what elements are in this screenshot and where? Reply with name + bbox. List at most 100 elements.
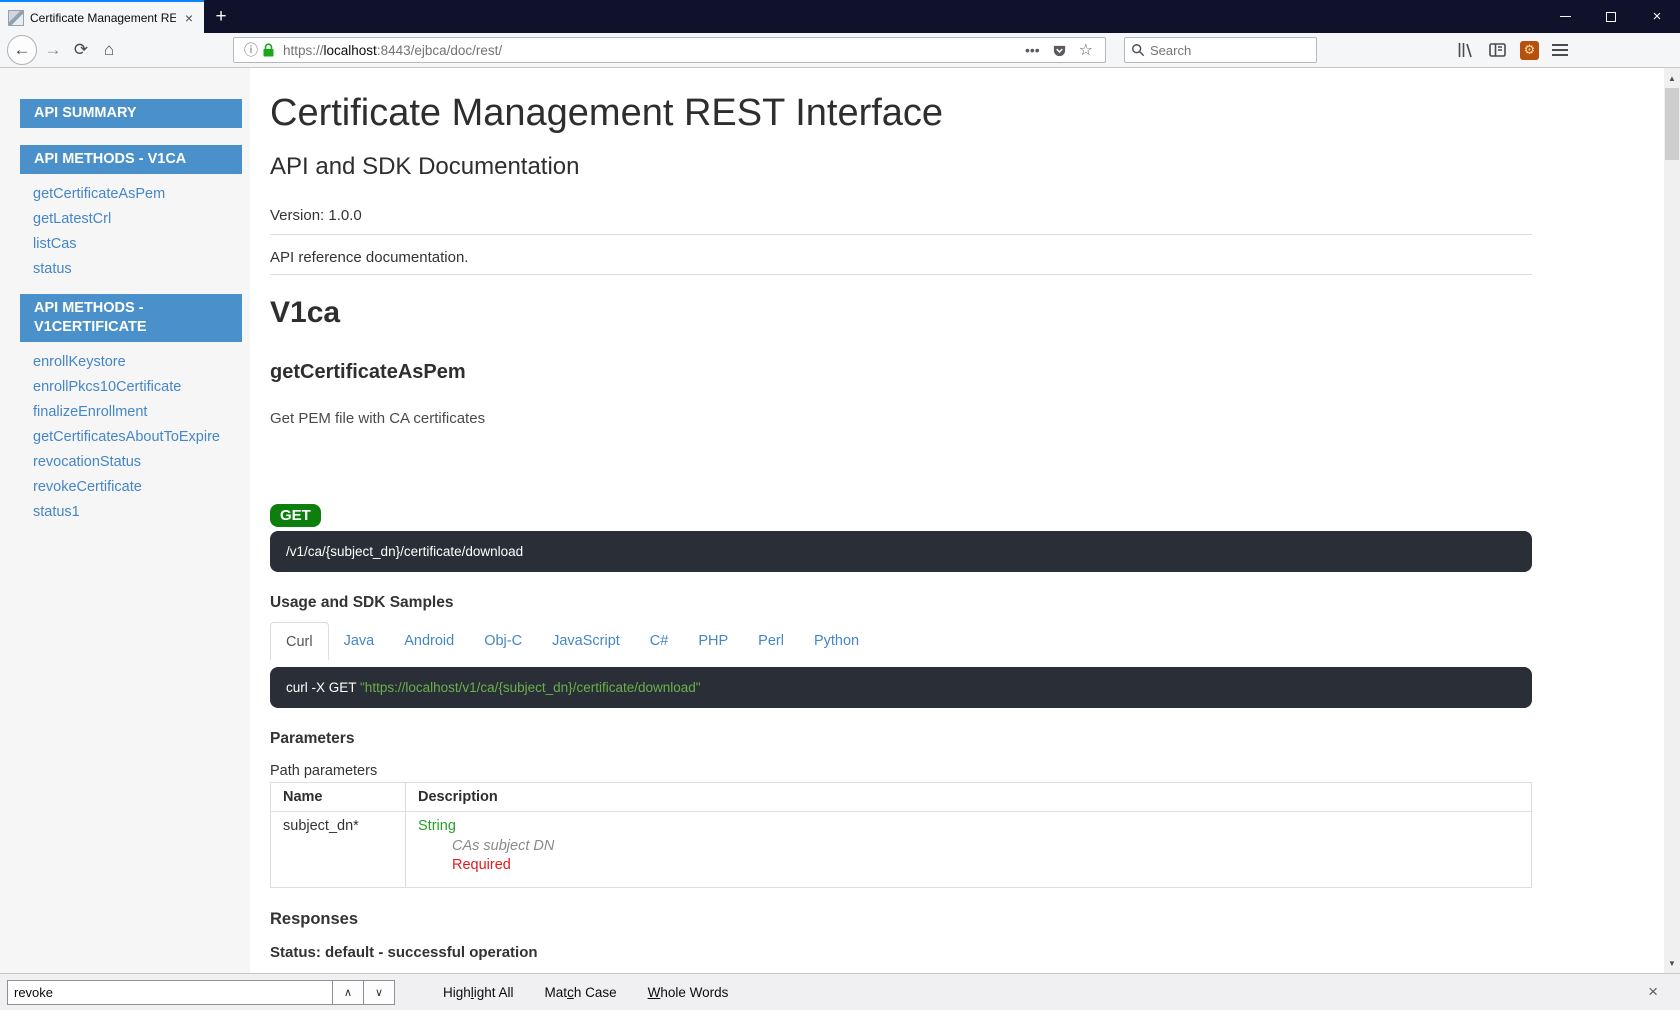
sidenav-link-getLatestCrl[interactable]: getLatestCrl	[33, 211, 250, 227]
sdk-tab-Obj-C[interactable]: Obj-C	[469, 622, 537, 660]
api-reference-note: API reference documentation.	[270, 249, 1532, 266]
divider	[270, 274, 1532, 275]
lock-icon	[262, 43, 275, 58]
sidenav-link-status[interactable]: status	[33, 261, 250, 277]
sidenav-link-listCas[interactable]: listCas	[33, 236, 250, 252]
param-table-body: subject_dn* String CAs subject DN Required	[271, 812, 1532, 888]
find-toggle-whole-words[interactable]: Whole Words	[648, 985, 729, 1000]
version-label: Version: 1.0.0	[270, 207, 1532, 224]
page-actions-icon[interactable]: •••	[1025, 42, 1040, 58]
parameters-table: NameDescription subject_dn* String CAs sub…	[270, 782, 1532, 888]
library-icon[interactable]	[1456, 41, 1475, 59]
navigation-toolbar: ← → ⟳ ⌂ ⓘ https://localhost:8443/ejbca/d…	[0, 33, 1680, 68]
table-row: subject_dn* String CAs subject DN Required	[271, 812, 1532, 888]
minimize-button[interactable]	[1542, 0, 1588, 33]
scroll-up-icon[interactable]: ▲	[1664, 70, 1680, 86]
site-info-icon[interactable]: ⓘ	[244, 40, 258, 60]
minimize-icon	[1560, 16, 1571, 17]
main-content: Certificate Management REST Interface AP…	[250, 68, 1664, 973]
url-bar[interactable]: ⓘ https://localhost:8443/ejbca/doc/rest/…	[233, 37, 1106, 63]
sidenav-links: enrollKeystore enrollPkcs10Certificate fin…	[33, 354, 250, 520]
toolbar-right-icons: ⚙	[1456, 41, 1568, 60]
sidenav-section-header: API METHODS - V1CERTIFICATE	[20, 294, 242, 342]
menu-hamburger-icon[interactable]	[1552, 44, 1568, 56]
bookmark-star-icon[interactable]: ☆	[1079, 40, 1093, 60]
sidenav-link-status1[interactable]: status1	[33, 504, 250, 520]
find-bar: ∧ ∨ Highlight All Match Case Whole Words ×	[0, 973, 1680, 1010]
search-bar[interactable]	[1124, 37, 1317, 63]
find-close-icon[interactable]: ×	[1648, 982, 1658, 1002]
favicon-icon	[8, 10, 24, 26]
sidenav-link-revocationStatus[interactable]: revocationStatus	[33, 454, 250, 470]
browser-window: Certificate Management REST I × + × ← → …	[0, 0, 1680, 1010]
divider	[270, 234, 1532, 235]
method-heading: getCertificateAsPem	[270, 361, 1532, 384]
scrollbar-thumb[interactable]	[1665, 88, 1679, 160]
tab-bar: Certificate Management REST I × + ×	[0, 0, 1680, 33]
param-description-cell: String CAs subject DN Required	[406, 812, 1532, 888]
find-input[interactable]	[7, 980, 333, 1005]
sidenav-link-finalizeEnrollment[interactable]: finalizeEnrollment	[33, 404, 250, 420]
back-button[interactable]: ←	[7, 35, 37, 65]
section-heading-v1ca: V1ca	[270, 296, 1532, 330]
search-input[interactable]	[1150, 43, 1290, 58]
extension-gear-icon[interactable]: ⚙	[1520, 41, 1539, 60]
browser-tab[interactable]: Certificate Management REST I ×	[0, 0, 204, 33]
method-summary: Get PEM file with CA certificates	[270, 410, 1532, 427]
response-status-line: Status: default - successful operation	[270, 944, 1532, 961]
sdk-tabs: CurlJavaAndroidObj-CJavaScriptC#PHPPerlP…	[270, 622, 1532, 660]
sdk-tab-Android[interactable]: Android	[389, 622, 469, 660]
param-type: String	[418, 818, 456, 834]
find-toggles: Highlight All Match Case Whole Words	[443, 985, 728, 1000]
param-description: CAs subject DN	[452, 838, 1519, 854]
table-header-row: NameDescription	[271, 783, 1532, 812]
sidenav-link-enrollKeystore[interactable]: enrollKeystore	[33, 354, 250, 370]
sidenav-link-getCertificatesAboutToExpire[interactable]: getCertificatesAboutToExpire	[33, 429, 250, 445]
find-toggle-match-case[interactable]: Match Case	[545, 985, 617, 1000]
tab-close-icon[interactable]: ×	[182, 10, 196, 26]
sdk-tab-Perl[interactable]: Perl	[743, 622, 799, 660]
close-window-button[interactable]: ×	[1634, 0, 1680, 33]
page-viewport: API SUMMARYAPI METHODS - V1CAgetCertific…	[0, 68, 1680, 973]
param-required: Required	[452, 857, 1519, 873]
table-column-header: Description	[406, 783, 1532, 812]
scroll-down-icon[interactable]: ▼	[1664, 955, 1680, 971]
sidenav: API SUMMARYAPI METHODS - V1CAgetCertific…	[0, 68, 250, 973]
sdk-tab-PHP[interactable]: PHP	[683, 622, 743, 660]
sidenav-link-getCertificateAsPem[interactable]: getCertificateAsPem	[33, 186, 250, 202]
page-subtitle: API and SDK Documentation	[270, 153, 1532, 181]
window-controls: ×	[1542, 0, 1680, 33]
sdk-tab-Java[interactable]: Java	[329, 622, 390, 660]
sidenav-link-revokeCertificate[interactable]: revokeCertificate	[33, 479, 250, 495]
samples-heading: Usage and SDK Samples	[270, 594, 1532, 612]
url-text[interactable]: https://localhost:8443/ejbca/doc/rest/	[283, 43, 1019, 58]
curl-sample-box: curl -X GET "https://localhost/v1/ca/{su…	[270, 667, 1532, 708]
table-column-header: Name	[271, 783, 406, 812]
sdk-tab-C#[interactable]: C#	[635, 622, 684, 660]
forward-button[interactable]: →	[39, 36, 67, 64]
sidebar-toggle-icon[interactable]	[1488, 41, 1507, 59]
sdk-tab-Python[interactable]: Python	[799, 622, 874, 660]
endpoint-path-box: /v1/ca/{subject_dn}/certificate/download	[270, 531, 1532, 572]
vertical-scrollbar[interactable]: ▲ ▼	[1664, 68, 1680, 973]
sidenav-links: getCertificateAsPem getLatestCrl listCas st…	[33, 186, 250, 277]
home-button[interactable]: ⌂	[95, 36, 123, 64]
new-tab-button[interactable]: +	[204, 0, 238, 33]
find-previous-button[interactable]: ∧	[333, 980, 364, 1005]
parameters-heading: Parameters	[270, 730, 1532, 748]
maximize-icon	[1606, 12, 1616, 22]
sidenav-section-header: API METHODS - V1CA	[20, 145, 242, 174]
sdk-tab-Curl[interactable]: Curl	[270, 622, 329, 660]
find-toggle-highlight-all[interactable]: Highlight All	[443, 985, 514, 1000]
find-next-button[interactable]: ∨	[364, 980, 395, 1005]
responses-heading: Responses	[270, 910, 1532, 929]
maximize-button[interactable]	[1588, 0, 1634, 33]
reload-button[interactable]: ⟳	[67, 36, 95, 64]
http-method-badge: GET	[270, 504, 321, 527]
page-title: Certificate Management REST Interface	[270, 92, 1532, 135]
sdk-tab-JavaScript[interactable]: JavaScript	[537, 622, 635, 660]
pocket-icon[interactable]	[1052, 43, 1067, 58]
sidenav-link-enrollPkcs10Certificate[interactable]: enrollPkcs10Certificate	[33, 379, 250, 395]
param-name-cell: subject_dn*	[271, 812, 406, 888]
tab-title: Certificate Management REST I	[30, 11, 176, 25]
